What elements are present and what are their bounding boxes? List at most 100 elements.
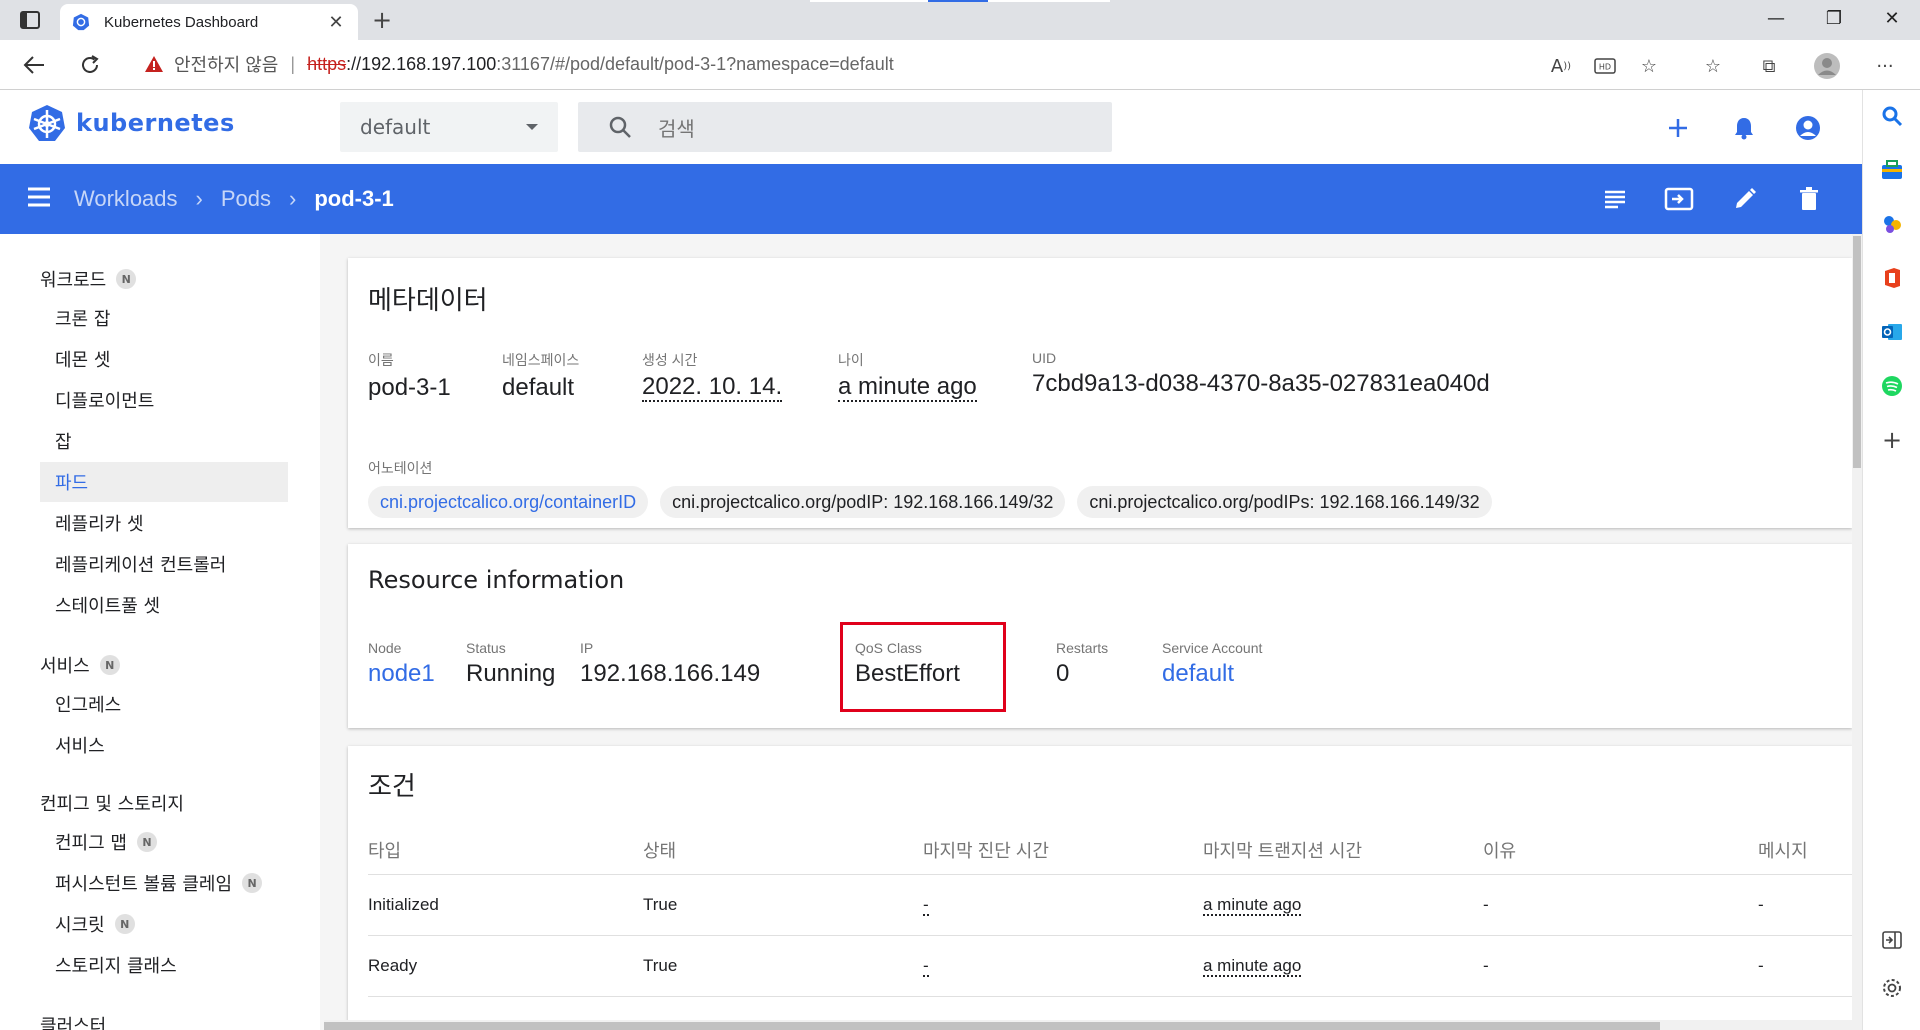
- sidebar-item-storageclasses[interactable]: 스토리지 클래스: [40, 945, 288, 985]
- field-label: Restarts: [1056, 640, 1109, 656]
- sidebar-item-replicationcontrollers[interactable]: 레플리케이션 컨트롤러: [40, 544, 288, 584]
- namespaced-badge: N: [136, 832, 157, 852]
- gear-icon[interactable]: [1880, 976, 1904, 1000]
- browser-tab[interactable]: Kubernetes Dashboard ✕: [60, 4, 358, 40]
- read-aloud-icon[interactable]: A)): [1548, 53, 1574, 79]
- restore-button[interactable]: ❐: [1814, 8, 1854, 32]
- notifications-button[interactable]: [1730, 114, 1758, 142]
- new-tab-button[interactable]: +: [368, 6, 396, 34]
- sidebar-section-label: 서비스: [40, 656, 90, 677]
- add-favorite-icon[interactable]: ☆: [1636, 53, 1662, 79]
- sidebar-section-workloads[interactable]: 워크로드 N: [40, 266, 137, 292]
- loading-indicator: [928, 0, 988, 2]
- field-value: 0: [1056, 660, 1070, 687]
- sidebar-item-pvcs[interactable]: 퍼시스턴트 볼륨 클레임 N: [40, 863, 288, 903]
- sidebar-item-label: 인그레스: [55, 695, 122, 716]
- sidebar-item-ingresses[interactable]: 인그레스: [40, 684, 288, 724]
- table-cell-value[interactable]: -: [923, 894, 929, 916]
- table-cell: -: [1758, 935, 1852, 997]
- create-button[interactable]: [1664, 114, 1692, 142]
- sidebar-item-deployments[interactable]: 디플로이먼트: [40, 380, 288, 420]
- edit-button[interactable]: [1730, 184, 1760, 214]
- chevron-right-icon: ›: [289, 186, 297, 211]
- field-value: 7cbd9a13-d038-4370-8a35-027831ea040d: [1032, 370, 1490, 397]
- shopping-icon[interactable]: [1880, 158, 1904, 182]
- table-cell-value[interactable]: a minute ago: [1203, 955, 1302, 977]
- sidebar-item-daemonsets[interactable]: 데몬 셋: [40, 339, 288, 379]
- column-header-type: 타입: [368, 826, 643, 875]
- field-label: 네임스페이스: [502, 352, 580, 368]
- search-icon[interactable]: [1880, 104, 1904, 128]
- office-icon[interactable]: [1880, 266, 1904, 290]
- breadcrumb-pods[interactable]: Pods: [221, 186, 271, 212]
- namespace-select[interactable]: default: [340, 102, 558, 152]
- back-button[interactable]: [20, 51, 48, 79]
- refresh-button[interactable]: [76, 51, 104, 79]
- table-cell-value[interactable]: a minute ago: [1203, 894, 1302, 916]
- horizontal-scrollbar[interactable]: [324, 1020, 1852, 1030]
- collections-icon[interactable]: ⧉: [1756, 53, 1782, 79]
- kubernetes-favicon-icon: [72, 13, 90, 31]
- scrollbar-thumb[interactable]: [324, 1022, 1660, 1030]
- field-value: 192.168.166.149: [580, 660, 761, 687]
- resource-info-card: Resource information Node node1 Status R…: [348, 544, 1852, 728]
- hide-sidebar-icon[interactable]: [1880, 928, 1904, 952]
- window-close-button[interactable]: ✕: [1872, 8, 1912, 32]
- field-name: 이름 pod-3-1: [368, 350, 451, 402]
- vertical-scrollbar[interactable]: [1852, 234, 1862, 1030]
- node-link[interactable]: node1: [368, 660, 435, 688]
- resource-info-title: Resource information: [368, 566, 625, 594]
- field-label: 어노테이션: [368, 460, 433, 476]
- sidebar-item-replicasets[interactable]: 레플리카 셋: [40, 503, 288, 543]
- field-value[interactable]: a minute ago: [838, 373, 977, 403]
- hd-icon[interactable]: HD: [1592, 53, 1618, 79]
- namespaced-badge: N: [99, 655, 120, 675]
- annotation-chip[interactable]: cni.projectcalico.org/containerID: [368, 486, 649, 518]
- field-value[interactable]: 2022. 10. 14.: [642, 373, 783, 403]
- sidebar-item-label: 데몬 셋: [55, 350, 111, 371]
- tab-close-icon[interactable]: ✕: [326, 12, 346, 33]
- favorites-icon[interactable]: ☆: [1700, 53, 1726, 79]
- k8s-logo[interactable]: kubernetes: [28, 104, 235, 142]
- tab-actions-button[interactable]: [16, 9, 44, 31]
- sidebar-item-configmaps[interactable]: 컨피그 맵 N: [40, 822, 288, 862]
- field-label: UID: [1032, 350, 1057, 366]
- logs-button[interactable]: [1600, 184, 1630, 214]
- sidebar-item-label: 크론 잡: [55, 309, 111, 330]
- field-status: Status Running: [466, 640, 555, 688]
- refresh-icon: [82, 55, 99, 73]
- sidebar-item-jobs[interactable]: 잡: [40, 421, 288, 461]
- sidebar-section-services[interactable]: 서비스 N: [40, 652, 120, 678]
- minimize-button[interactable]: —: [1756, 8, 1796, 32]
- spotify-icon[interactable]: [1880, 374, 1904, 398]
- breadcrumb-workloads[interactable]: Workloads: [74, 186, 178, 212]
- search-input[interactable]: 검색: [578, 102, 1112, 152]
- exec-button[interactable]: [1664, 184, 1694, 214]
- scrollbar-thumb[interactable]: [1853, 236, 1861, 468]
- delete-button[interactable]: [1794, 184, 1824, 214]
- service-account-link[interactable]: default: [1162, 660, 1262, 688]
- sidebar-section-config[interactable]: 컨피그 및 스토리지: [40, 790, 184, 816]
- profile-avatar[interactable]: [1814, 53, 1840, 79]
- sidebar-item-services[interactable]: 서비스: [40, 725, 288, 765]
- table-cell-value[interactable]: -: [923, 955, 929, 977]
- more-menu-icon[interactable]: ···: [1872, 53, 1898, 79]
- sidebar-item-cronjobs[interactable]: 크론 잡: [40, 298, 288, 338]
- add-sidebar-app-icon[interactable]: +: [1880, 426, 1904, 454]
- url-field[interactable]: 안전하지 않음 | https ://192.168.197.100 :3116…: [128, 45, 1681, 83]
- sidebar-item-statefulsets[interactable]: 스테이트풀 셋: [40, 585, 288, 625]
- sidebar-section-cluster[interactable]: 클러스터: [40, 1012, 106, 1030]
- namespace-value: default: [360, 115, 431, 139]
- table-cell: a minute ago: [1203, 874, 1483, 936]
- kubernetes-logo-icon: [29, 105, 65, 141]
- account-button[interactable]: [1794, 114, 1822, 142]
- field-node: Node node1: [368, 640, 435, 688]
- table-cell: -: [923, 874, 1203, 936]
- menu-button[interactable]: [26, 186, 52, 212]
- sidebar-item-pods[interactable]: 파드: [40, 462, 288, 502]
- sidebar-item-secrets[interactable]: 시크릿 N: [40, 904, 288, 944]
- games-icon[interactable]: [1880, 212, 1904, 236]
- sidebar: 워크로드 N 크론 잡 데몬 셋 디플로이먼트 잡 파드 레플리카 셋 레플리케…: [0, 234, 320, 1030]
- outlook-icon[interactable]: [1880, 320, 1904, 344]
- url-path: :31167/#/pod/default/pod-3-1?namespace=d…: [496, 53, 894, 74]
